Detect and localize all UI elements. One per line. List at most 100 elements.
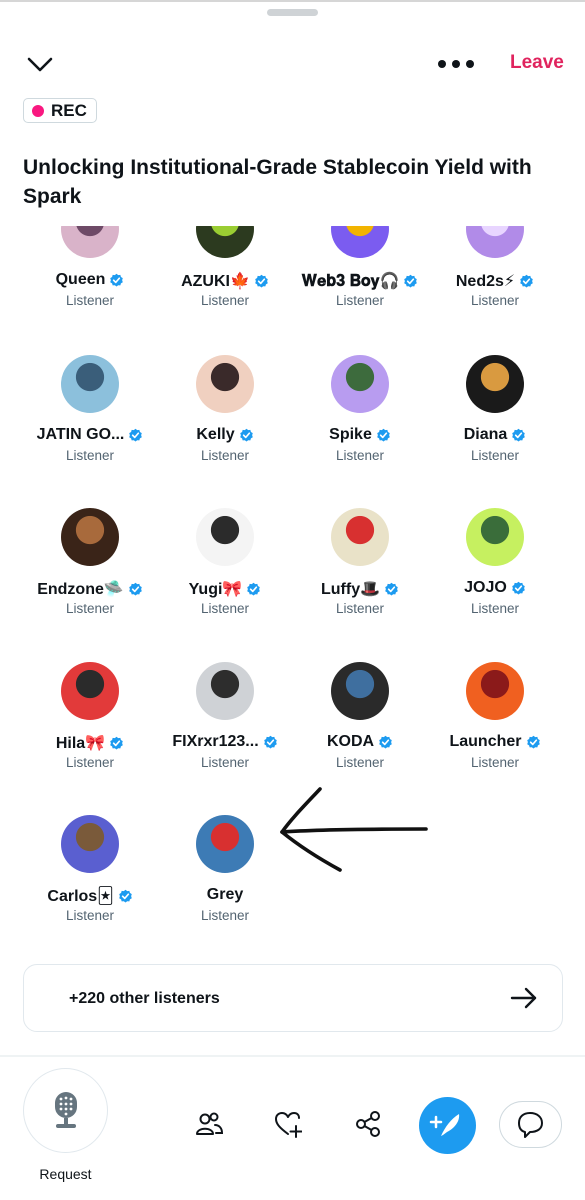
- verified-badge-icon: [404, 274, 418, 287]
- recording-dot-icon: [32, 104, 44, 117]
- avatar[interactable]: [331, 662, 389, 720]
- avatar[interactable]: [466, 355, 524, 413]
- hand-drawn-arrow: [280, 787, 428, 872]
- listener-name-row: AZUKI🍁: [150, 271, 300, 291]
- listener-role: Listener: [335, 448, 385, 463]
- listener-role: Listener: [65, 755, 115, 770]
- listener-name: Spike: [329, 426, 372, 443]
- listener-name-row: Endzone🛸: [15, 579, 165, 599]
- leave-button[interactable]: Leave: [510, 52, 564, 74]
- listener-name: JATIN GO...: [36, 426, 125, 443]
- avatar[interactable]: [196, 226, 254, 258]
- listener-role: Listener: [200, 448, 250, 463]
- listener-name-row: JOJO: [420, 579, 570, 597]
- avatar[interactable]: [61, 662, 119, 720]
- verified-badge-icon: [239, 428, 253, 441]
- avatar[interactable]: [196, 508, 254, 566]
- listener-name-row: KODA: [285, 733, 435, 751]
- listener-role: Listener: [470, 601, 520, 616]
- verified-badge-icon: [129, 582, 142, 595]
- listener-name: AZUKI🍁: [181, 273, 250, 290]
- listener-role: Listener: [65, 448, 115, 463]
- listener-name-row: 𝐖𝐞𝐛𝟑 𝐁𝐨𝐲🎧: [285, 271, 435, 291]
- avatar[interactable]: [61, 815, 119, 873]
- listener-role: Listener: [200, 908, 250, 923]
- listener-role: Listener: [200, 601, 250, 616]
- verified-badge-icon: [118, 889, 132, 902]
- listener-name-row: Grey: [150, 886, 300, 904]
- listener-name: Kelly: [196, 426, 235, 443]
- sheet-grabber[interactable]: [267, 9, 318, 16]
- other-listeners-label: +220 other listeners: [69, 990, 220, 1007]
- chat-button[interactable]: [499, 1101, 562, 1148]
- avatar[interactable]: [331, 355, 389, 413]
- avatar[interactable]: [466, 508, 524, 566]
- listener-role: Listener: [470, 755, 520, 770]
- people-icon[interactable]: [195, 1110, 223, 1138]
- recording-badge: REC: [23, 98, 97, 123]
- verified-badge-icon: [526, 735, 540, 748]
- avatar[interactable]: [331, 226, 389, 258]
- compose-button[interactable]: [419, 1097, 476, 1154]
- avatar[interactable]: [331, 508, 389, 566]
- listener-name: Hila🎀: [55, 735, 106, 752]
- microphone-icon: [55, 1092, 77, 1128]
- listener-role: Listener: [200, 293, 250, 308]
- listener-role: Listener: [65, 293, 115, 308]
- listener-name-row: Yugi🎀: [150, 579, 300, 599]
- space-title: Unlocking Institutional-Grade Stablecoin…: [23, 156, 532, 208]
- verified-badge-icon: [520, 274, 533, 287]
- listener-name-row: Hila🎀: [15, 733, 165, 753]
- listener-role: Listener: [470, 293, 520, 308]
- listener-name-row: Kelly: [150, 426, 300, 444]
- chevron-down-icon[interactable]: [26, 54, 54, 76]
- listener-name: Launcher: [449, 733, 522, 750]
- listener-name: Queen: [55, 271, 106, 288]
- listener-name-row: Spike: [285, 426, 435, 444]
- avatar[interactable]: [196, 662, 254, 720]
- listener-role: Listener: [335, 601, 385, 616]
- avatar[interactable]: [196, 815, 254, 873]
- listener-name-row: Luffy🎩: [285, 579, 435, 599]
- avatar[interactable]: [466, 662, 524, 720]
- share-icon[interactable]: [354, 1110, 382, 1138]
- avatar[interactable]: [61, 226, 119, 258]
- listener-name-row: Ned2s⚡: [420, 271, 570, 291]
- listener-name-row: FIXrxr123...: [150, 733, 300, 751]
- avatar[interactable]: [196, 355, 254, 413]
- top-border: [0, 0, 585, 2]
- compose-icon: [429, 1114, 460, 1136]
- listener-role: Listener: [200, 755, 250, 770]
- recording-label: REC: [51, 100, 87, 120]
- listener-name-row: Carlos🃏: [15, 886, 165, 906]
- listener-name: Carlos🃏: [47, 888, 114, 905]
- verified-badge-icon: [110, 736, 123, 749]
- avatar[interactable]: [61, 355, 119, 413]
- verified-badge-icon: [385, 582, 398, 595]
- listener-name: JOJO: [464, 579, 507, 596]
- heart-plus-icon[interactable]: [274, 1110, 302, 1138]
- listener-name: Ned2s⚡: [455, 273, 516, 290]
- avatar[interactable]: [466, 226, 524, 258]
- listener-name: FIXrxr123...: [172, 733, 259, 750]
- verified-badge-icon: [129, 428, 143, 441]
- listener-role: Listener: [470, 448, 520, 463]
- divider: [0, 1055, 585, 1057]
- verified-badge-icon: [110, 273, 124, 286]
- request-label: Request: [39, 1166, 92, 1182]
- space-header: Leave: [0, 40, 585, 90]
- verified-badge-icon: [512, 581, 525, 594]
- listener-role: Listener: [335, 293, 385, 308]
- other-listeners-button[interactable]: +220 other listeners: [23, 964, 563, 1032]
- avatar[interactable]: [61, 508, 119, 566]
- chat-bubble-icon: [517, 1111, 543, 1138]
- listener-role: Listener: [335, 755, 385, 770]
- request-mic-button[interactable]: [23, 1068, 108, 1153]
- listener-name-row: Queen: [15, 271, 165, 289]
- arrow-right-icon: [510, 987, 537, 1009]
- verified-badge-icon: [512, 428, 526, 441]
- verified-badge-icon: [379, 735, 392, 748]
- listener-name: Grey: [206, 886, 244, 903]
- more-options-icon[interactable]: [438, 52, 474, 76]
- verified-badge-icon: [263, 735, 277, 748]
